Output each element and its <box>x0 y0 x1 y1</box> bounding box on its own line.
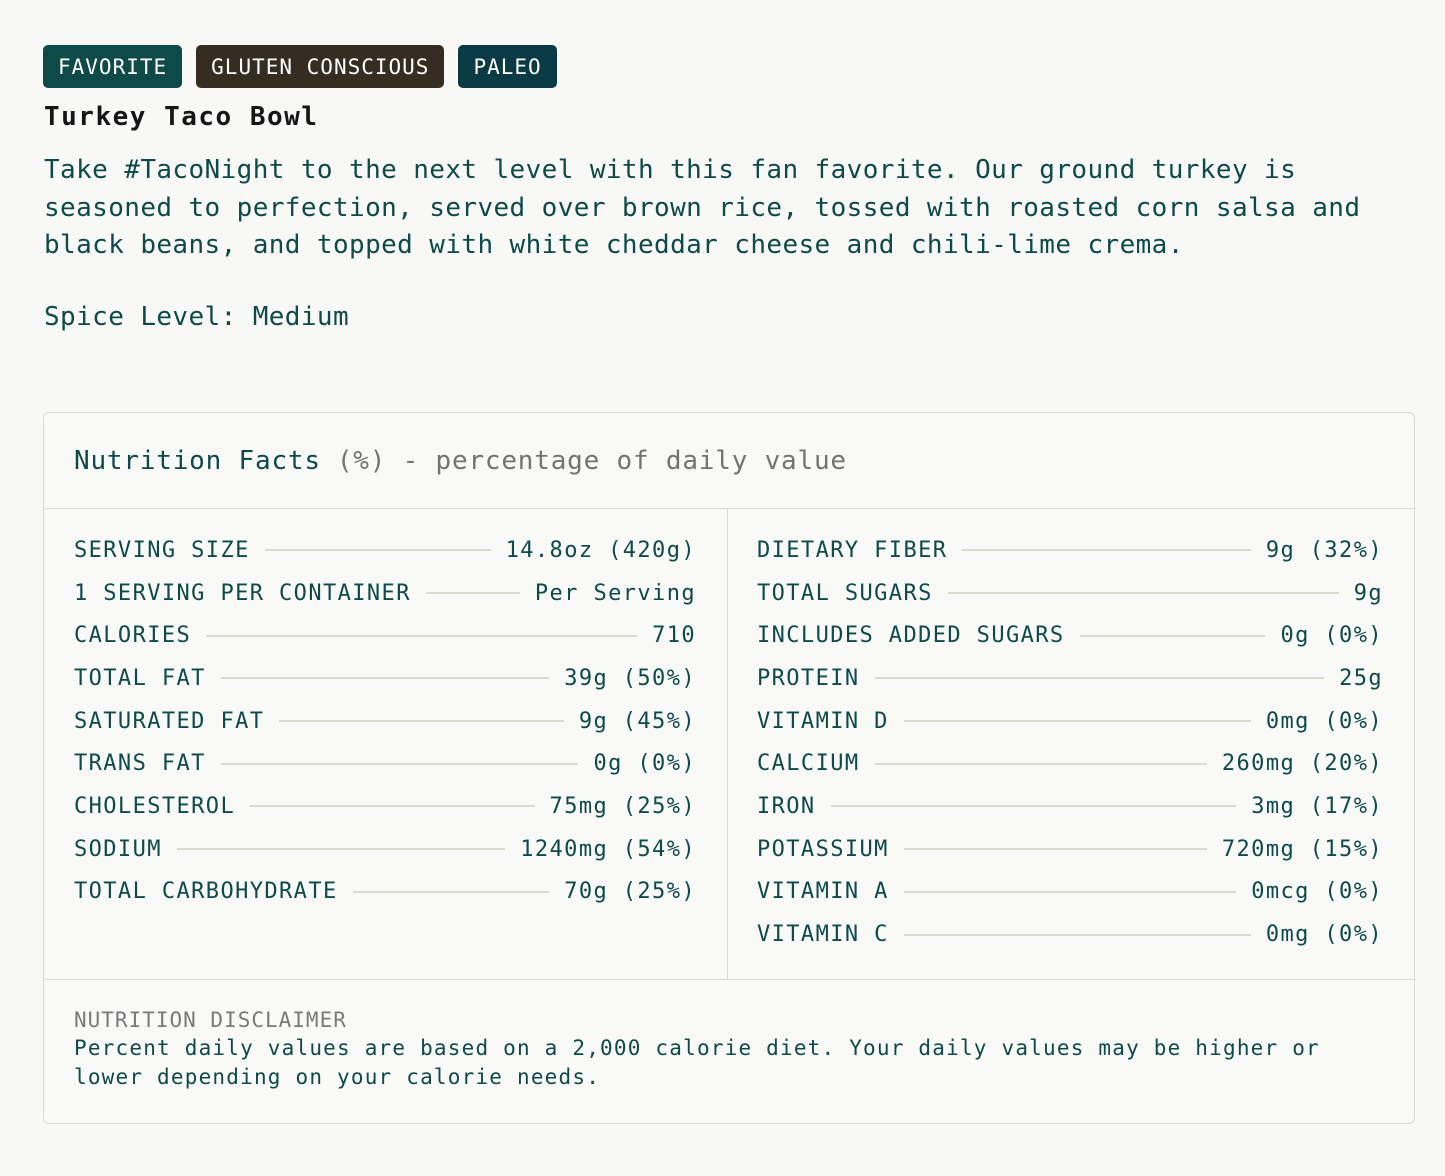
nutrient-row: TRANS FAT 0g (0%) <box>74 742 696 785</box>
nutrient-value: 75mg (25%) <box>549 793 696 819</box>
nutrient-row: VITAMIN A 0mcg (0%) <box>757 871 1383 914</box>
leader-line <box>830 805 1237 808</box>
nutrient-name: SODIUM <box>74 836 162 862</box>
nutrient-name: TOTAL SUGARS <box>757 580 933 606</box>
nutrient-value: 720mg (15%) <box>1221 836 1383 862</box>
nutrient-value: 0mg (0%) <box>1265 922 1383 948</box>
nutrient-name: IRON <box>757 793 816 819</box>
nutrient-value: 0g (0%) <box>1280 623 1383 649</box>
nutrient-name: CALORIES <box>74 623 192 649</box>
nutrition-heading-note: (%) - percentage of daily value <box>336 445 847 476</box>
nutrient-value: 39g (50%) <box>564 665 696 691</box>
nutrient-name: VITAMIN C <box>757 922 889 948</box>
leader-line <box>947 592 1339 595</box>
nutrient-name: TRANS FAT <box>74 751 206 777</box>
nutrient-row: IRON 3mg (17%) <box>757 785 1383 828</box>
nutrient-row: CALCIUM 260mg (20%) <box>757 742 1383 785</box>
nutrient-name: CHOLESTEROL <box>74 793 236 819</box>
nutrient-name: SATURATED FAT <box>74 708 265 734</box>
nutrient-row: SERVING SIZE 14.8oz (420g) <box>74 529 696 572</box>
nutrient-row: TOTAL FAT 39g (50%) <box>74 657 696 700</box>
product-title: Turkey Taco Bowl <box>44 102 319 132</box>
leader-line <box>903 848 1207 851</box>
leader-line <box>903 890 1237 893</box>
leader-line <box>264 549 491 552</box>
nutrient-row: POTASSIUM 720mg (15%) <box>757 828 1383 871</box>
leader-line <box>903 720 1251 723</box>
leader-line <box>425 592 520 595</box>
nutrient-row: VITAMIN C 0mg (0%) <box>757 913 1383 956</box>
nutrient-row: PROTEIN 25g <box>757 657 1383 700</box>
leader-line <box>874 762 1207 765</box>
tag-list: FAVORITE GLUTEN CONSCIOUS PALEO <box>43 45 557 88</box>
nutrient-value: 3mg (17%) <box>1251 793 1383 819</box>
leader-line <box>903 933 1251 936</box>
product-description: Take #TacoNight to the next level with t… <box>44 155 1361 260</box>
leader-line <box>874 677 1325 680</box>
nutrition-column-right: DIETARY FIBER 9g (32%) TOTAL SUGARS 9g INC… <box>728 509 1414 979</box>
nutrient-value: 70g (25%) <box>564 879 696 905</box>
nutrient-value: 14.8oz (420g) <box>505 537 696 563</box>
nutrient-value: Per Serving <box>534 580 696 606</box>
nutrient-name: CALCIUM <box>757 751 860 777</box>
tag-paleo: PALEO <box>458 45 557 88</box>
tag-favorite: FAVORITE <box>43 45 183 88</box>
nutrient-value: 25g <box>1339 665 1383 691</box>
nutrient-row: CHOLESTEROL 75mg (25%) <box>74 785 696 828</box>
nutrient-row: VITAMIN D 0mg (0%) <box>757 700 1383 743</box>
nutrition-heading: Nutrition Facts <box>74 445 321 476</box>
nutrient-value: 260mg (20%) <box>1221 751 1383 777</box>
disclaimer-text: Percent daily values are based on a 2,00… <box>74 1036 1320 1089</box>
nutrient-name: POTASSIUM <box>757 836 889 862</box>
nutrient-row: SATURATED FAT 9g (45%) <box>74 700 696 743</box>
nutrient-row: INCLUDES ADDED SUGARS 0g (0%) <box>757 614 1383 657</box>
nutrient-row: CALORIES 710 <box>74 614 696 657</box>
nutrition-panel: Nutrition Facts (%) - percentage of dail… <box>43 412 1415 1124</box>
nutrient-name: PROTEIN <box>757 665 860 691</box>
nutrient-value: 0g (0%) <box>593 751 696 777</box>
leader-line <box>206 634 638 637</box>
nutrient-row: TOTAL SUGARS 9g <box>757 572 1383 615</box>
nutrition-disclaimer: NUTRITION DISCLAIMER Percent daily value… <box>44 980 1414 1091</box>
nutrient-name: TOTAL CARBOHYDRATE <box>74 879 338 905</box>
nutrition-header: Nutrition Facts (%) - percentage of dail… <box>44 413 1414 509</box>
nutrient-name: INCLUDES ADDED SUGARS <box>757 623 1065 649</box>
nutrient-name: 1 SERVING PER CONTAINER <box>74 580 411 606</box>
nutrient-value: 0mcg (0%) <box>1251 879 1383 905</box>
nutrient-row: 1 SERVING PER CONTAINER Per Serving <box>74 572 696 615</box>
leader-line <box>220 677 550 680</box>
nutrient-name: DIETARY FIBER <box>757 537 948 563</box>
nutrient-value: 9g (32%) <box>1265 537 1383 563</box>
spice-level: Spice Level: Medium <box>44 302 350 332</box>
leader-line <box>352 890 550 893</box>
nutrient-value: 710 <box>652 623 696 649</box>
nutrient-value: 9g (45%) <box>578 708 696 734</box>
leader-line <box>176 848 506 851</box>
nutrient-name: TOTAL FAT <box>74 665 206 691</box>
nutrient-value: 1240mg (54%) <box>520 836 696 862</box>
nutrient-name: VITAMIN A <box>757 879 889 905</box>
nutrient-row: TOTAL CARBOHYDRATE 70g (25%) <box>74 871 696 914</box>
leader-line <box>250 805 535 808</box>
nutrient-value: 9g <box>1353 580 1383 606</box>
nutrition-columns: SERVING SIZE 14.8oz (420g) 1 SERVING PER … <box>44 509 1414 980</box>
tag-gluten-conscious: GLUTEN CONSCIOUS <box>196 45 445 88</box>
nutrient-name: SERVING SIZE <box>74 537 250 563</box>
disclaimer-title: NUTRITION DISCLAIMER <box>74 1008 347 1032</box>
nutrition-column-left: SERVING SIZE 14.8oz (420g) 1 SERVING PER … <box>44 509 728 979</box>
leader-line <box>220 762 579 765</box>
leader-line <box>1079 634 1266 637</box>
nutrient-value: 0mg (0%) <box>1265 708 1383 734</box>
nutrient-row: SODIUM 1240mg (54%) <box>74 828 696 871</box>
leader-line <box>279 720 564 723</box>
nutrient-row: DIETARY FIBER 9g (32%) <box>757 529 1383 572</box>
leader-line <box>962 549 1251 552</box>
nutrient-name: VITAMIN D <box>757 708 889 734</box>
